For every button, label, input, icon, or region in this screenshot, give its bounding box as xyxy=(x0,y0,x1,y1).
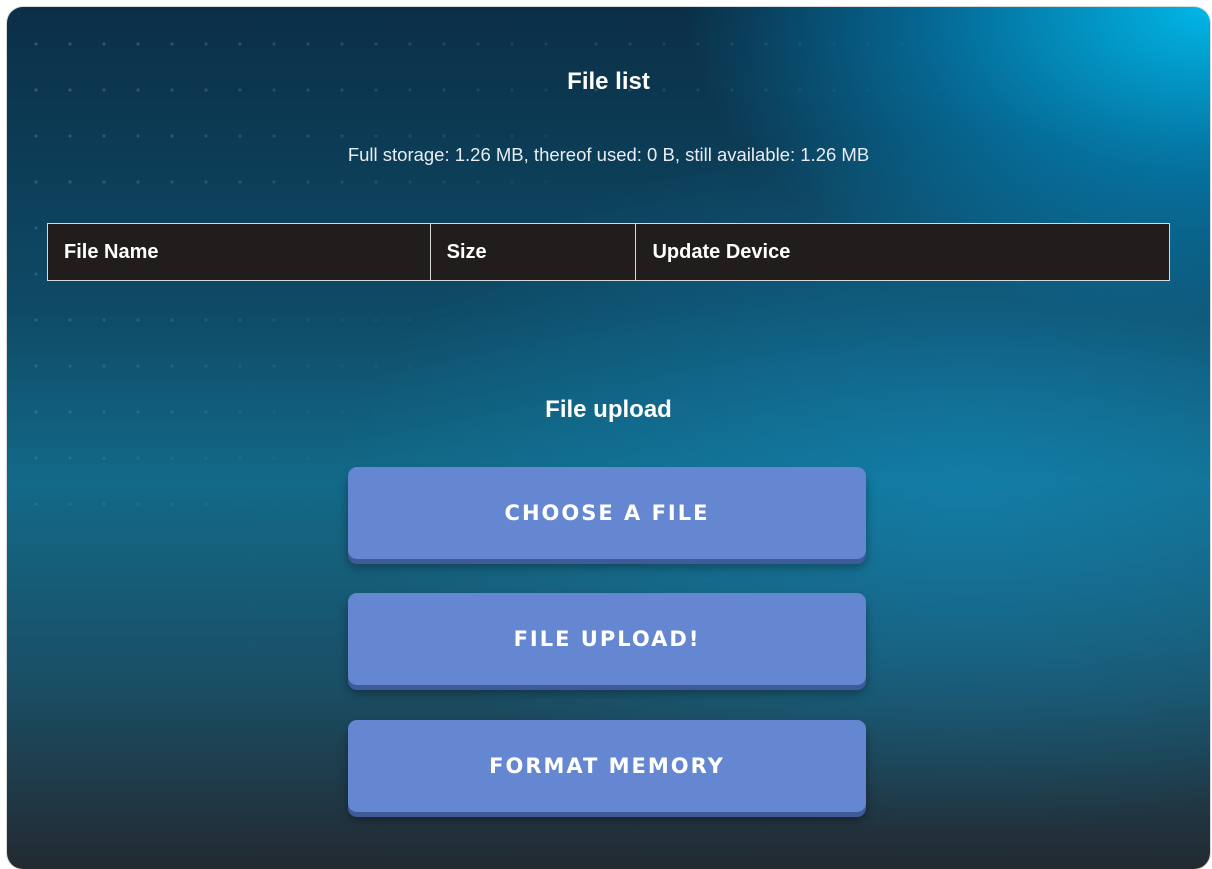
file-table-header-row: File Name Size Update Device xyxy=(47,223,1170,281)
file-list-heading: File list xyxy=(567,68,650,95)
storage-info: Full storage: 1.26 MB, thereof used: 0 B… xyxy=(347,144,870,165)
dot-pattern-decoration-top xyxy=(567,7,1047,127)
column-header-size: Size xyxy=(429,223,637,281)
file-upload-heading: File upload xyxy=(545,396,672,423)
file-table: File Name Size Update Device xyxy=(47,223,1170,281)
column-header-file-name: File Name xyxy=(47,223,431,281)
choose-file-button[interactable]: CHOOSE A FILE xyxy=(348,467,866,559)
main-panel: File list Full storage: 1.26 MB, thereof… xyxy=(7,7,1210,869)
file-upload-button[interactable]: FILE UPLOAD! xyxy=(348,593,866,685)
format-memory-button[interactable]: FORMAT MEMORY xyxy=(348,720,866,812)
column-header-update-device: Update Device xyxy=(635,223,1170,281)
